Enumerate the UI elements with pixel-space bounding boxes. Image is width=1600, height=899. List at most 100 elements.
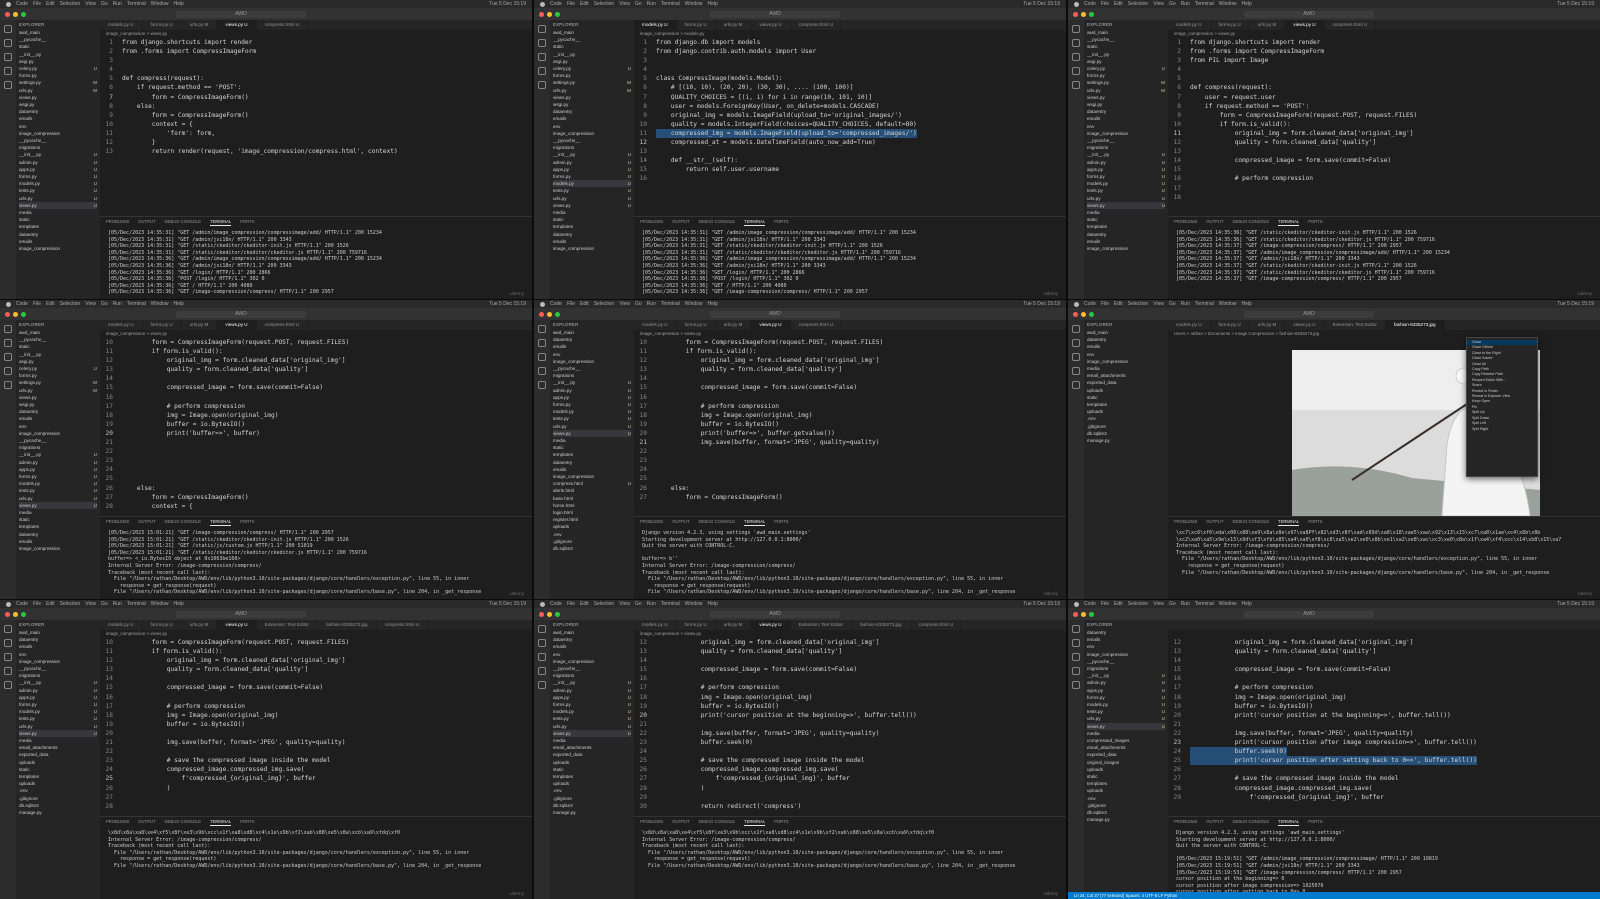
file-tree-item[interactable]: forms.py U <box>1087 694 1165 701</box>
menubar-item[interactable]: Terminal <box>1195 301 1214 307</box>
command-center-search[interactable]: AWD <box>1244 10 1374 18</box>
zoom-button[interactable] <box>555 11 560 17</box>
file-tree-item[interactable]: admin.py U <box>19 159 97 166</box>
panel-tab[interactable]: DEBUG CONSOLE <box>699 817 736 826</box>
extensions-icon[interactable] <box>4 81 12 89</box>
files-icon[interactable] <box>4 625 12 633</box>
file-tree-item[interactable]: static <box>1087 43 1165 50</box>
file-tree-item[interactable]: asgi.py <box>19 58 97 65</box>
menubar-item[interactable]: Go <box>1169 1 1176 7</box>
minimize-button[interactable] <box>13 311 18 317</box>
file-tree-item[interactable]: migrations <box>19 144 97 151</box>
file-tree-item[interactable]: models.py U <box>1087 701 1165 708</box>
code-editor[interactable]: 1 from django.shortcuts import render 2 fro… <box>1168 38 1600 216</box>
search-icon[interactable] <box>538 639 546 647</box>
file-tree-item[interactable]: static <box>553 766 631 773</box>
panel-tab[interactable]: DEBUG CONSOLE <box>165 217 202 226</box>
file-tree-item[interactable]: models.py U <box>553 408 631 415</box>
file-tree-item[interactable]: urls.py M <box>553 87 631 94</box>
file-tree-item[interactable]: wsgi.py <box>19 401 97 408</box>
menubar-item[interactable]: Edit <box>1114 601 1123 607</box>
minimize-button[interactable] <box>1081 11 1086 17</box>
file-tree-item[interactable]: dataentry <box>19 408 97 415</box>
run-debug-icon[interactable] <box>538 667 546 675</box>
file-tree-item[interactable]: __pycache__ <box>19 137 97 144</box>
file-tree-item[interactable]: templates <box>553 451 631 458</box>
extensions-icon[interactable] <box>4 681 12 689</box>
menubar-item[interactable]: View <box>1153 601 1164 607</box>
file-tree-item[interactable]: manage.py <box>553 809 631 816</box>
editor-tab[interactable]: views.py U <box>1285 20 1325 30</box>
close-button[interactable] <box>1073 611 1078 617</box>
file-tree-item[interactable]: __init__.py U <box>553 379 631 386</box>
menubar-item[interactable]: File <box>1101 601 1109 607</box>
file-tree-item[interactable]: env <box>553 651 631 658</box>
panel-tab[interactable]: OUTPUT <box>138 817 155 826</box>
file-tree-item[interactable]: home.html <box>553 502 631 509</box>
zoom-button[interactable] <box>1089 11 1094 17</box>
menubar-app[interactable]: Code <box>16 1 28 7</box>
terminal-output[interactable]: [05/Dec/2023 14:35:31] "GET /admin/image… <box>634 226 1066 296</box>
file-tree-item[interactable]: forms.py U <box>553 173 631 180</box>
close-button[interactable] <box>5 311 10 317</box>
file-tree-item[interactable]: media <box>19 209 97 216</box>
file-tree-item[interactable]: __pycache__ <box>19 336 97 343</box>
file-tree-item[interactable]: apps.py U <box>19 466 97 473</box>
file-tree-item[interactable]: db.sqlite3 <box>553 802 631 809</box>
editor-tab[interactable]: urls.py M <box>1250 20 1286 30</box>
file-tree-item[interactable]: static <box>1087 394 1165 401</box>
file-tree-item[interactable]: awd_main <box>1087 329 1165 336</box>
menubar-item[interactable]: Help <box>174 1 184 7</box>
run-debug-icon[interactable] <box>4 367 12 375</box>
menubar-item[interactable]: Go <box>101 301 108 307</box>
file-tree-item[interactable]: .gitignore <box>553 538 631 545</box>
apple-icon[interactable] <box>540 301 545 307</box>
editor-tab[interactable]: compress.html U <box>1325 20 1377 30</box>
breadcrumb[interactable] <box>1168 630 1600 637</box>
editor-tab[interactable]: models.py U <box>100 320 143 330</box>
file-tree-item[interactable]: uploads <box>19 780 97 787</box>
panel-tab[interactable]: TERMINAL <box>210 217 232 226</box>
file-tree-item[interactable]: celery.py U <box>19 65 97 72</box>
menubar-app[interactable]: Code <box>16 601 28 607</box>
editor-tab[interactable]: views.py U <box>217 20 257 30</box>
breadcrumb[interactable]: image_compression > views.py <box>100 330 532 337</box>
menubar-item[interactable]: Selection <box>60 1 81 7</box>
file-tree-item[interactable]: apps.py U <box>19 694 97 701</box>
file-tree-item[interactable]: dataentry <box>19 531 97 538</box>
file-tree-item[interactable]: emails <box>19 415 97 422</box>
editor-tab[interactable]: forms.py U <box>677 20 716 30</box>
file-tree-item[interactable]: tests.py U <box>19 715 97 722</box>
menubar-item[interactable]: Run <box>647 601 656 607</box>
panel-tab[interactable]: PORTS <box>240 517 254 526</box>
file-tree-item[interactable]: media <box>19 509 97 516</box>
file-tree-item[interactable]: original_images <box>1087 759 1165 766</box>
menubar-item[interactable]: Selection <box>594 601 615 607</box>
editor-tab[interactable]: urls.py M <box>716 20 752 30</box>
file-tree-item[interactable]: image_compression <box>1087 358 1165 365</box>
editor-tab[interactable]: forms.py U <box>143 20 182 30</box>
panel-tab[interactable]: PROBLEMS <box>106 217 129 226</box>
file-tree-item[interactable]: dataentry <box>553 231 631 238</box>
file-tree-item[interactable]: wsgi.py <box>19 101 97 108</box>
file-tree-item[interactable]: .gitignore <box>19 795 97 802</box>
source-control-icon[interactable] <box>4 653 12 661</box>
breadcrumb[interactable]: image_compression > views.py <box>634 630 1066 637</box>
file-tree-item[interactable]: asgi.py <box>553 58 631 65</box>
terminal-output[interactable]: \xc7\xc6\xf6\xda\x06\x88\xe9\x8a\x8e\x97… <box>1168 526 1600 576</box>
file-tree-item[interactable]: forms.py U <box>553 401 631 408</box>
panel-tab[interactable]: TERMINAL <box>210 517 232 526</box>
file-tree-item[interactable]: media <box>1087 730 1165 737</box>
file-tree-item[interactable]: exported_data <box>1087 379 1165 386</box>
file-tree-item[interactable]: static <box>19 516 97 523</box>
menubar-app[interactable]: Code <box>1084 601 1096 607</box>
editor-tab[interactable]: views.py U <box>217 320 257 330</box>
file-tree-item[interactable]: compressed_images <box>1087 737 1165 744</box>
file-tree-item[interactable]: __init__.py <box>19 51 97 58</box>
menubar-item[interactable]: File <box>33 601 41 607</box>
close-button[interactable] <box>1073 311 1078 317</box>
file-tree-item[interactable]: env <box>19 651 97 658</box>
editor-tab[interactable]: models.py U <box>1168 20 1211 30</box>
file-tree-item[interactable]: uploads <box>1087 387 1165 394</box>
file-tree-item[interactable]: migrations <box>553 372 631 379</box>
